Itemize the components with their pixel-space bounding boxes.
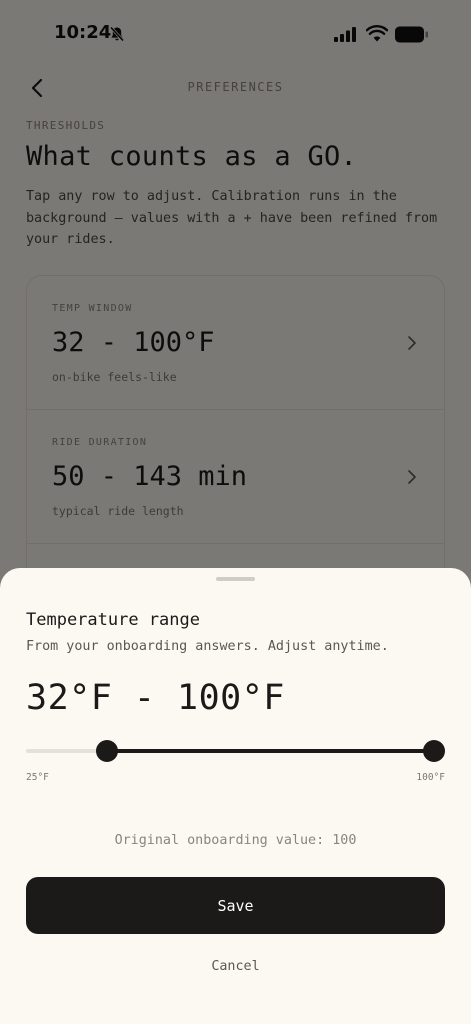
original-value-note: Original onboarding value: 100 bbox=[114, 833, 357, 848]
sheet-subtitle: From your onboarding answers. Adjust any… bbox=[26, 639, 389, 654]
grab-handle[interactable] bbox=[216, 577, 255, 581]
sheet-title: Temperature range bbox=[26, 610, 200, 630]
save-button[interactable]: Save bbox=[26, 877, 445, 934]
slider-min-label: 25°F bbox=[26, 772, 49, 783]
slider-fill bbox=[106, 749, 434, 753]
slider-max-label: 100°F bbox=[416, 772, 445, 783]
cancel-button[interactable]: Cancel bbox=[0, 959, 471, 974]
slider-thumb-max[interactable] bbox=[423, 740, 445, 762]
slider-thumb-min[interactable] bbox=[95, 740, 118, 762]
temperature-range-sheet: Temperature range From your onboarding a… bbox=[0, 568, 471, 1024]
temperature-range-slider[interactable] bbox=[26, 736, 445, 766]
range-display: 32°F - 100°F bbox=[26, 678, 285, 718]
